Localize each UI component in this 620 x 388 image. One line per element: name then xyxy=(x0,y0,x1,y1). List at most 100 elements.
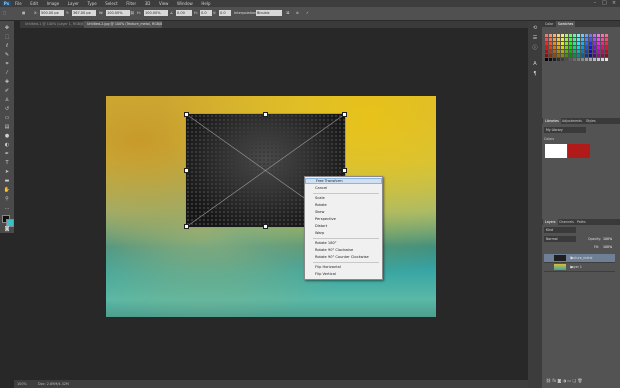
commit-transform-icon[interactable]: ✓ xyxy=(306,10,309,16)
h-skew-field[interactable]: 0.0 xyxy=(200,10,212,16)
quick-mask-icon[interactable]: ◙ xyxy=(3,226,11,232)
swatch[interactable] xyxy=(553,46,556,49)
swatch[interactable] xyxy=(601,42,604,45)
info-panel-icon[interactable]: ⓘ xyxy=(531,45,539,51)
swatch[interactable] xyxy=(585,46,588,49)
swatch[interactable] xyxy=(557,46,560,49)
more-tools-icon[interactable]: … xyxy=(3,205,11,211)
swatch[interactable] xyxy=(561,58,564,61)
swatch[interactable] xyxy=(597,34,600,37)
swatch[interactable] xyxy=(581,38,584,41)
swatch[interactable] xyxy=(593,58,596,61)
swatch[interactable] xyxy=(597,54,600,57)
swatch[interactable] xyxy=(581,50,584,53)
menu-item-rotate-90-ccw[interactable]: Rotate 90° Counter Clockwise xyxy=(305,254,382,260)
menu-item-perspective[interactable]: Perspective xyxy=(305,216,382,222)
x-field[interactable]: 500.00 px xyxy=(40,10,64,16)
swatch[interactable] xyxy=(589,38,592,41)
layer-name[interactable]: Layer 1 xyxy=(570,263,582,271)
angle-field[interactable]: 0.00 xyxy=(176,10,192,16)
swatch[interactable] xyxy=(597,42,600,45)
menu-item-distort[interactable]: Distort xyxy=(305,223,382,229)
swatch[interactable] xyxy=(565,46,568,49)
swatch[interactable] xyxy=(549,38,552,41)
swatch[interactable] xyxy=(561,38,564,41)
swatch[interactable] xyxy=(585,38,588,41)
swatch[interactable] xyxy=(601,34,604,37)
swatch[interactable] xyxy=(605,46,608,49)
tab-layers[interactable]: Layers xyxy=(543,219,558,225)
transform-handle-tl[interactable] xyxy=(184,112,189,117)
pen-tool-icon[interactable]: ✒ xyxy=(3,151,11,157)
warp-mode-icon[interactable]: ⌘ xyxy=(286,10,290,16)
swatch[interactable] xyxy=(605,34,608,37)
swatch[interactable] xyxy=(585,54,588,57)
maximize-button[interactable]: □ xyxy=(600,0,608,7)
swatch[interactable] xyxy=(577,38,580,41)
blur-tool-icon[interactable]: ● xyxy=(3,133,11,139)
swatch[interactable] xyxy=(569,42,572,45)
swatch[interactable] xyxy=(589,34,592,37)
layer-row-layer-1[interactable]: ◉ Layer 1 xyxy=(544,263,615,272)
swatch[interactable] xyxy=(557,54,560,57)
opacity-value[interactable]: 100% xyxy=(603,237,612,241)
swatch[interactable] xyxy=(545,38,548,41)
menu-item-skew[interactable]: Skew xyxy=(305,209,382,215)
swatch[interactable] xyxy=(569,46,572,49)
swatch[interactable] xyxy=(565,54,568,57)
swatch[interactable] xyxy=(597,46,600,49)
dodge-tool-icon[interactable]: ◐ xyxy=(3,142,11,148)
eraser-tool-icon[interactable]: ▭ xyxy=(3,115,11,121)
swatch[interactable] xyxy=(573,46,576,49)
path-select-tool-icon[interactable]: ➤ xyxy=(3,169,11,175)
brush-tool-icon[interactable]: ✐ xyxy=(3,88,11,94)
swatch[interactable] xyxy=(561,42,564,45)
swatch[interactable] xyxy=(549,58,552,61)
swatch[interactable] xyxy=(593,38,596,41)
swatch[interactable] xyxy=(573,34,576,37)
transform-handle-tr[interactable] xyxy=(342,112,347,117)
swatch[interactable] xyxy=(577,34,580,37)
new-layer-icon[interactable]: ❏ xyxy=(572,378,576,383)
swatch[interactable] xyxy=(593,50,596,53)
character-panel-icon[interactable]: A xyxy=(531,61,539,67)
menu-item-warp[interactable]: Warp xyxy=(305,230,382,236)
gradient-tool-icon[interactable]: ▤ xyxy=(3,124,11,130)
swatch[interactable] xyxy=(605,58,608,61)
swatch[interactable] xyxy=(577,54,580,57)
menu-item-flip-horizontal[interactable]: Flip Horizontal xyxy=(305,264,382,270)
transform-handle-ml[interactable] xyxy=(184,168,189,173)
crop-tool-icon[interactable]: ⌗ xyxy=(3,61,11,67)
layer-row-texture-metal[interactable]: ◉ Texture_metal xyxy=(544,254,615,263)
swatch[interactable] xyxy=(573,50,576,53)
swatch[interactable] xyxy=(545,58,548,61)
shape-tool-icon[interactable]: ▬ xyxy=(3,178,11,184)
menu-type[interactable]: Type xyxy=(88,0,97,7)
swatch[interactable] xyxy=(573,42,576,45)
menu-layer[interactable]: Layer xyxy=(68,0,79,7)
menu-help[interactable]: Help xyxy=(201,0,210,7)
menu-window[interactable]: Window xyxy=(177,0,193,7)
swatches-grid[interactable] xyxy=(545,34,613,68)
menu-edit[interactable]: Edit xyxy=(30,0,38,7)
cancel-transform-icon[interactable]: ⊘ xyxy=(296,10,299,16)
swatch[interactable] xyxy=(605,50,608,53)
y-field[interactable]: 367.00 px xyxy=(72,10,96,16)
menu-3d[interactable]: 3D xyxy=(145,0,151,7)
swatch[interactable] xyxy=(549,50,552,53)
swatch[interactable] xyxy=(557,50,560,53)
menu-view[interactable]: View xyxy=(159,0,169,7)
transform-handle-mr[interactable] xyxy=(342,168,347,173)
swatch[interactable] xyxy=(569,54,572,57)
swatch[interactable] xyxy=(545,46,548,49)
swatch[interactable] xyxy=(577,46,580,49)
menu-item-rotate[interactable]: Rotate xyxy=(305,202,382,208)
swatch[interactable] xyxy=(585,34,588,37)
swatch[interactable] xyxy=(553,42,556,45)
tab-libraries[interactable]: Libraries xyxy=(543,118,561,124)
menu-item-rotate-90-cw[interactable]: Rotate 90° Clockwise xyxy=(305,247,382,253)
swatch[interactable] xyxy=(573,58,576,61)
layer-name[interactable]: Texture_metal xyxy=(570,254,592,262)
move-tool-icon[interactable]: ✥ xyxy=(3,25,11,31)
library-color-red[interactable] xyxy=(568,144,590,158)
